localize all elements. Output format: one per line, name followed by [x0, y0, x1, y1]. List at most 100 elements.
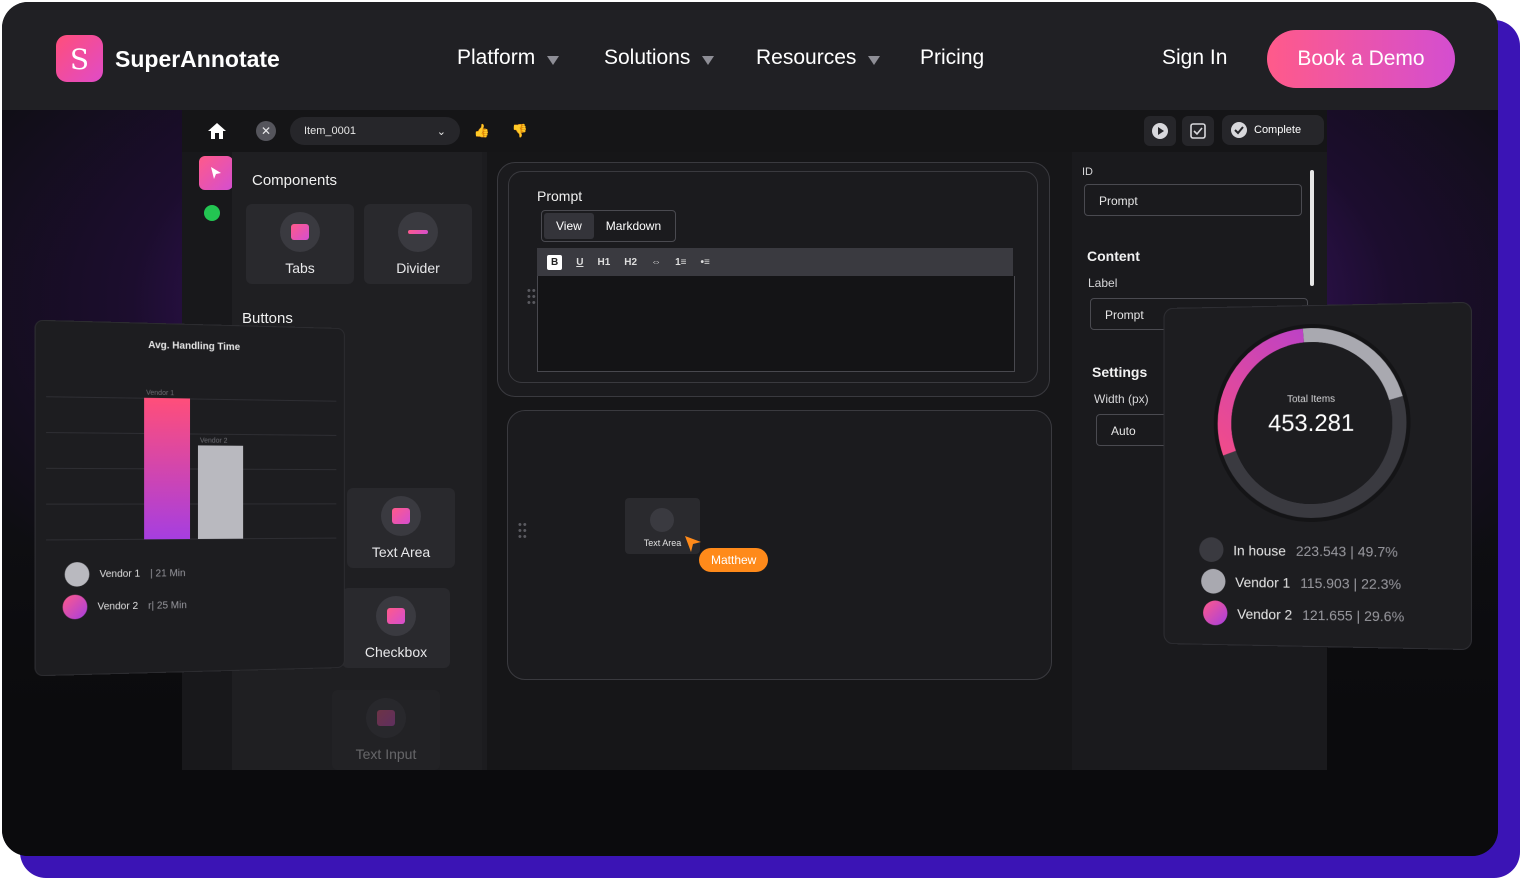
grid-line: [46, 538, 336, 540]
legend-vendor-1: Vendor 1 | 21 Min: [64, 561, 186, 587]
play-button[interactable]: [1144, 116, 1176, 146]
nav-label: Pricing: [920, 46, 985, 69]
legend-value: 121.655: [1302, 606, 1353, 624]
divider-icon: [398, 212, 438, 252]
home-icon[interactable]: [206, 120, 228, 142]
legend-name: Vendor 2: [1237, 605, 1293, 623]
editor-toolbar: ✕ Item_0001 ⌄ 👍 👎 Complete: [182, 110, 1327, 152]
nav-platform[interactable]: Platform: [457, 46, 560, 70]
complete-button[interactable]: Complete: [1222, 115, 1324, 145]
label-label: Label: [1088, 276, 1118, 290]
drag-tile-label: Text Area: [643, 538, 682, 548]
nav-label: Solutions: [604, 46, 691, 69]
close-icon[interactable]: ✕: [256, 121, 276, 141]
component-tabs[interactable]: Tabs: [246, 204, 354, 284]
chevron-down-icon: [702, 55, 715, 65]
settings-title: Settings: [1092, 364, 1148, 380]
donut-total: 453.281: [1268, 409, 1355, 438]
thumbs-up-icon[interactable]: 👍: [472, 121, 492, 141]
legend-swatch: [1199, 537, 1224, 563]
scrollbar[interactable]: [1310, 170, 1314, 286]
drop-zone-card[interactable]: [507, 410, 1052, 680]
ordered-list-icon[interactable]: 1≡: [675, 257, 686, 268]
grid-line: [46, 433, 336, 436]
bold-button[interactable]: B: [547, 254, 563, 270]
thumbs-down-icon[interactable]: 👎: [510, 121, 530, 141]
component-text-input[interactable]: Text Input: [332, 690, 440, 770]
complete-label: Complete: [1254, 124, 1302, 136]
bar-label: Vendor 1: [146, 390, 174, 397]
prompt-card-outer: Prompt View Markdown B U H1 H2 ⇔ 1≡ •≡: [497, 162, 1050, 397]
bullet-list-icon[interactable]: •≡: [700, 257, 709, 268]
sign-in-link[interactable]: Sign In: [1162, 46, 1227, 70]
bar-chart: Vendor 1 Vendor 2: [46, 390, 336, 544]
cursor-pointer-icon: [685, 536, 701, 552]
view-tab[interactable]: View: [544, 213, 594, 239]
legend-name: Vendor 2: [97, 600, 139, 613]
tile-label: Checkbox: [364, 644, 428, 660]
prompt-title: Prompt: [537, 188, 583, 204]
h2-button[interactable]: H2: [624, 257, 637, 268]
tile-label: Text Area: [371, 544, 431, 560]
prompt-editor[interactable]: [537, 276, 1015, 372]
link-icon[interactable]: ⇔: [651, 257, 661, 268]
component-checkbox[interactable]: Checkbox: [342, 588, 450, 668]
markdown-tab[interactable]: Markdown: [594, 213, 673, 239]
donut-label: Total Items: [1287, 393, 1336, 406]
grid-line: [46, 397, 336, 401]
online-status-icon: [204, 205, 220, 221]
id-label: ID: [1082, 166, 1093, 178]
logo-icon[interactable]: S: [56, 35, 103, 82]
annotation-editor: ✕ Item_0001⌄ 👍 👎 Complete Components Ta: [182, 110, 1327, 770]
bar: [197, 445, 244, 539]
rich-text-toolbar: B U H1 H2 ⇔ 1≡ •≡: [537, 248, 1013, 276]
legend-detail: r| 25 Min: [148, 599, 187, 612]
text-input-icon: [366, 698, 406, 738]
nav-label: Resources: [756, 46, 857, 69]
save-icon[interactable]: [1182, 116, 1214, 146]
drag-handle-icon[interactable]: •• •• ••: [518, 520, 528, 543]
chevron-down-icon: ⌄: [436, 126, 446, 138]
legend-in-house: In house 223.543 | 49.7%: [1199, 537, 1398, 564]
prompt-card[interactable]: Prompt View Markdown B U H1 H2 ⇔ 1≡ •≡: [508, 171, 1038, 383]
form-canvas: Prompt View Markdown B U H1 H2 ⇔ 1≡ •≡ •…: [487, 152, 1072, 770]
check-circle-icon: [1231, 122, 1247, 138]
legend-value: 115.903: [1300, 574, 1350, 591]
legend-vendor-2: Vendor 2 r| 25 Min: [62, 593, 187, 620]
legend-percent: 22.3%: [1361, 575, 1402, 592]
legend-detail: | 21 Min: [150, 567, 186, 580]
legend-percent: 29.6%: [1364, 607, 1405, 625]
drag-handle-icon[interactable]: •• •• ••: [527, 286, 537, 309]
tile-label: Tabs: [285, 260, 315, 276]
nav-pricing[interactable]: Pricing: [920, 46, 984, 70]
legend-name: Vendor 1: [1235, 573, 1291, 591]
buttons-title: Buttons: [242, 310, 293, 327]
cursor-tool-icon[interactable]: [199, 156, 233, 190]
underline-button[interactable]: U: [576, 257, 583, 268]
chevron-down-icon: [868, 55, 881, 65]
checkbox-icon: [376, 596, 416, 636]
nav-resources[interactable]: Resources: [756, 46, 881, 70]
component-text-area[interactable]: Text Area: [347, 488, 455, 568]
bar-label: Vendor 2: [200, 437, 228, 444]
brand-name[interactable]: SuperAnnotate: [115, 46, 280, 73]
chevron-down-icon: [547, 55, 560, 65]
nav-solutions[interactable]: Solutions: [604, 46, 715, 70]
chart-title: Avg. Handling Time: [148, 339, 241, 354]
item-select[interactable]: Item_0001 ⌄: [290, 117, 460, 145]
view-mode-toggle: View Markdown: [541, 210, 677, 242]
tabs-icon: [280, 212, 320, 252]
legend-swatch: [62, 594, 88, 620]
text-area-icon: [381, 496, 421, 536]
logo-letter: S: [69, 43, 90, 76]
grid-line: [46, 468, 336, 469]
book-demo-button[interactable]: Book a Demo: [1267, 30, 1455, 88]
legend-name: Vendor 1: [99, 568, 141, 580]
h1-button[interactable]: H1: [597, 257, 610, 268]
component-divider[interactable]: Divider: [364, 204, 472, 284]
nav-label: Platform: [457, 46, 536, 69]
handling-time-chart-card: Avg. Handling Time Vendor 1 Vendor 2 Vend…: [34, 319, 345, 677]
width-label: Width (px): [1094, 392, 1149, 406]
bar: [144, 397, 191, 540]
id-field[interactable]: Prompt: [1084, 184, 1302, 216]
